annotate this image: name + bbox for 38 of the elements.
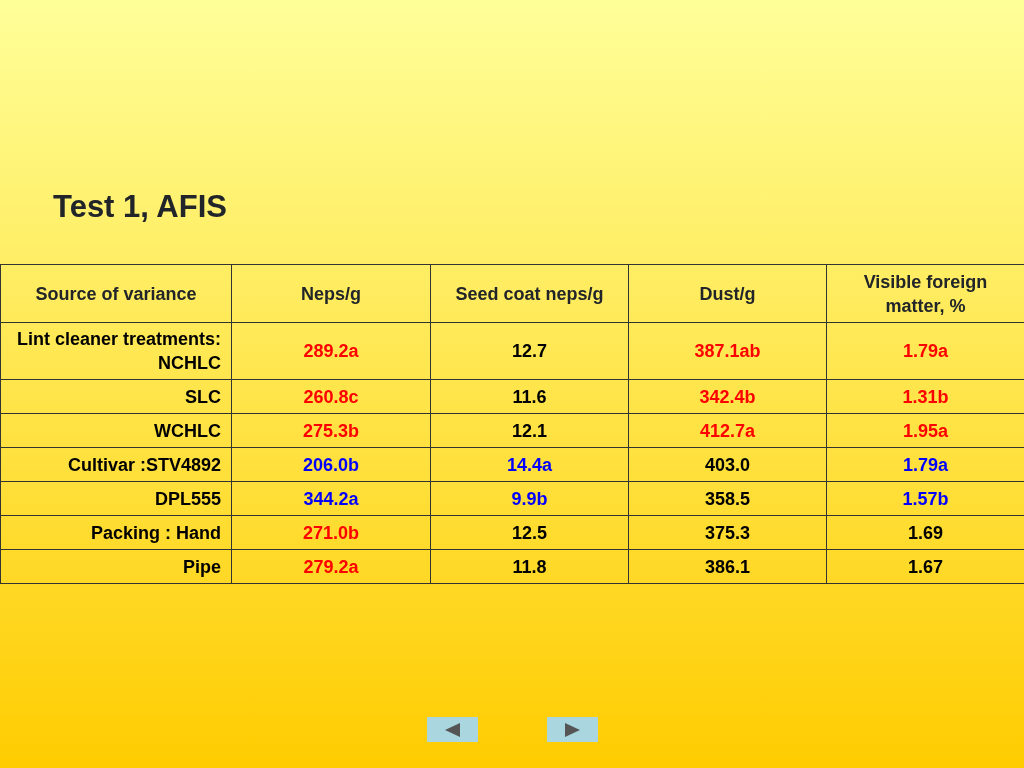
table-cell: 9.9b bbox=[430, 481, 629, 516]
table-cell: 412.7a bbox=[628, 413, 827, 448]
table-cell: 12.5 bbox=[430, 515, 629, 550]
row-label: SLC bbox=[0, 379, 232, 414]
column-header: Dust/g bbox=[628, 264, 827, 323]
row-label: Cultivar :STV4892 bbox=[0, 447, 232, 482]
table-cell: 12.1 bbox=[430, 413, 629, 448]
table-cell: 344.2a bbox=[231, 481, 431, 516]
table-cell: 342.4b bbox=[628, 379, 827, 414]
table-cell: 11.6 bbox=[430, 379, 629, 414]
table-cell: 387.1ab bbox=[628, 322, 827, 380]
table-cell: 12.7 bbox=[430, 322, 629, 380]
table-cell: 386.1 bbox=[628, 549, 827, 584]
next-slide-button[interactable] bbox=[546, 717, 598, 742]
table-cell: 260.8c bbox=[231, 379, 431, 414]
table-cell: 358.5 bbox=[628, 481, 827, 516]
table-cell: 11.8 bbox=[430, 549, 629, 584]
table-cell: 275.3b bbox=[231, 413, 431, 448]
column-header: Seed coat neps/g bbox=[430, 264, 629, 323]
table-cell: 14.4a bbox=[430, 447, 629, 482]
table-cell: 289.2a bbox=[231, 322, 431, 380]
row-label: Packing : Hand bbox=[0, 515, 232, 550]
table-cell: 271.0b bbox=[231, 515, 431, 550]
previous-slide-button[interactable] bbox=[426, 717, 478, 742]
column-header: Source of variance bbox=[0, 264, 232, 323]
column-header: Neps/g bbox=[231, 264, 431, 323]
right-triangle-icon bbox=[563, 721, 581, 738]
row-label: DPL555 bbox=[0, 481, 232, 516]
row-label: Pipe bbox=[0, 549, 232, 584]
column-header: Visible foreign matter, % bbox=[826, 264, 1024, 323]
slide-title: Test 1, AFIS bbox=[53, 188, 228, 226]
table-cell: 279.2a bbox=[231, 549, 431, 584]
row-label: WCHLC bbox=[0, 413, 232, 448]
row-label: Lint cleaner treatments: NCHLC bbox=[0, 322, 232, 380]
table-cell: 403.0 bbox=[628, 447, 827, 482]
table-cell: 206.0b bbox=[231, 447, 431, 482]
left-triangle-icon bbox=[443, 721, 461, 738]
table-cell: 375.3 bbox=[628, 515, 827, 550]
